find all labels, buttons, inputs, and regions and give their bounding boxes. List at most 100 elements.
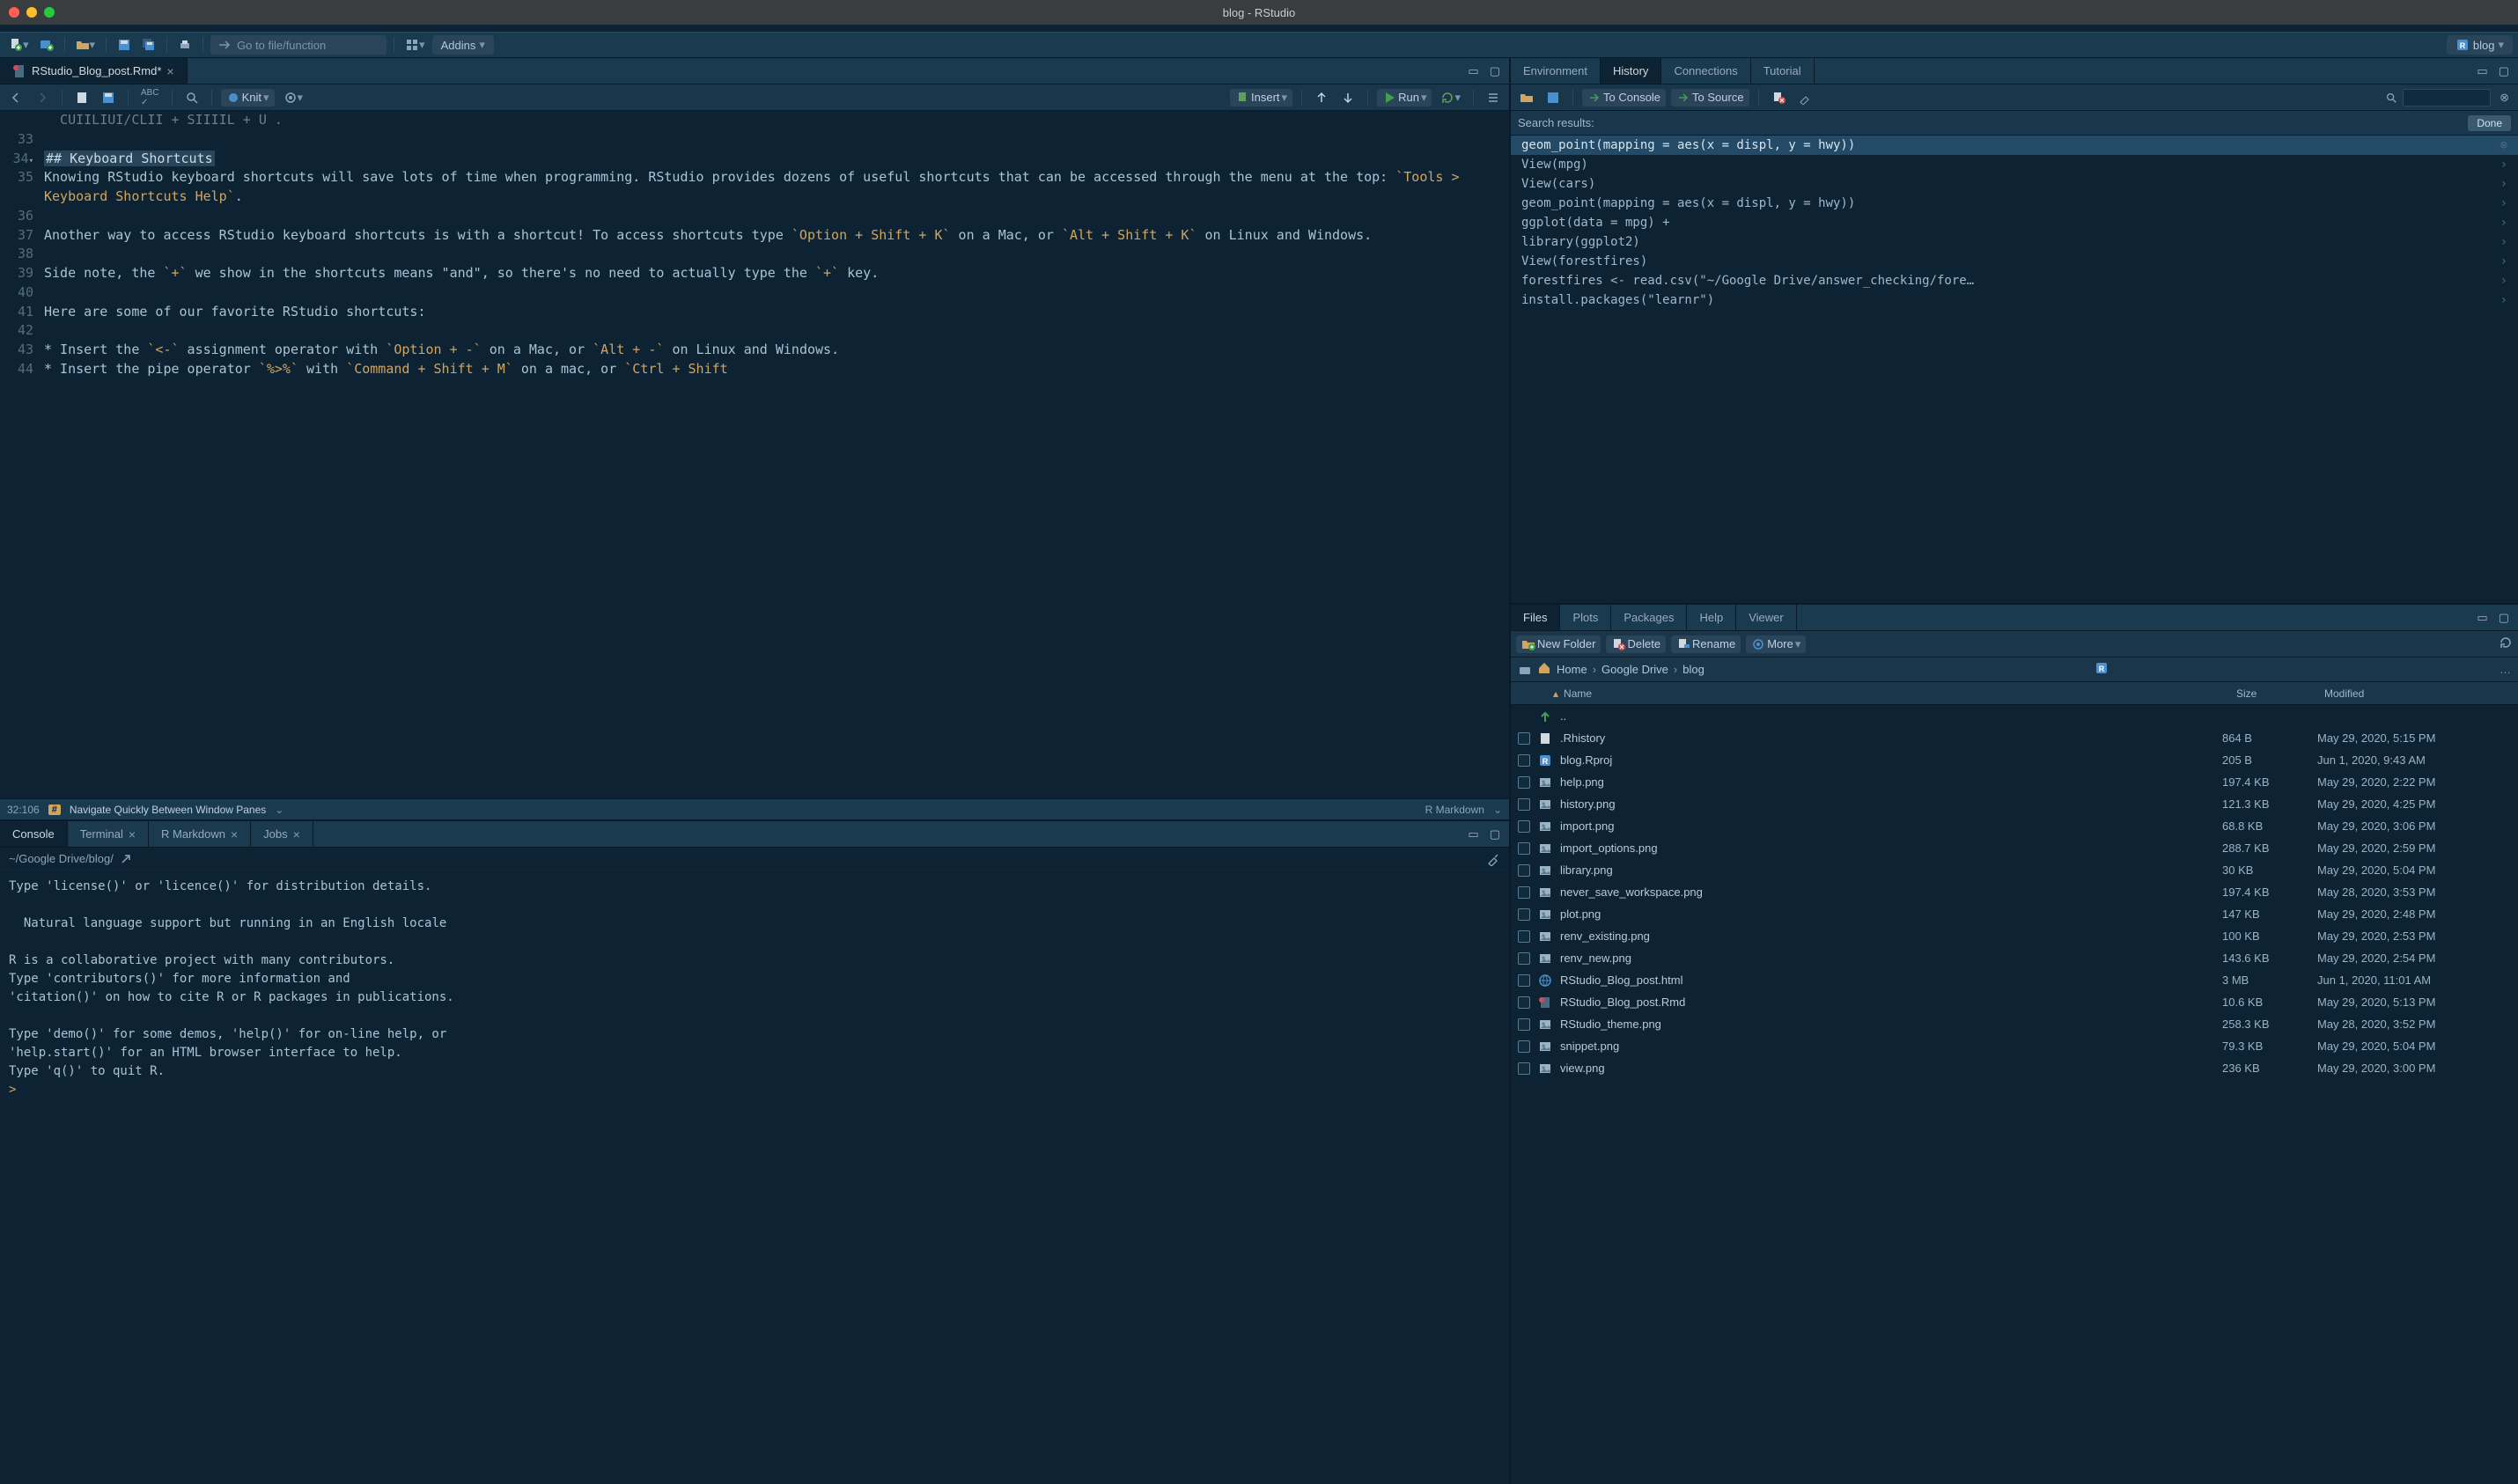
minimize-pane-button[interactable]: ▭ [1464,826,1482,843]
file-row[interactable]: .Rhistory864 BMay 29, 2020, 5:15 PM [1511,727,2518,749]
to-source-button[interactable]: To Source [1671,89,1749,107]
history-item[interactable]: install.packages("learnr")› [1511,290,2518,310]
file-checkbox[interactable] [1518,842,1530,855]
file-checkbox[interactable] [1518,908,1530,921]
file-row[interactable]: renv_existing.png100 KBMay 29, 2020, 2:5… [1511,925,2518,947]
code-line[interactable]: 43* Insert the `<-` assignment operator … [0,341,1509,360]
console-tab-console[interactable]: Console [0,821,68,847]
file-row[interactable]: RStudio_Blog_post.html3 MBJun 1, 2020, 1… [1511,969,2518,991]
file-row[interactable]: RStudio_theme.png258.3 KBMay 28, 2020, 3… [1511,1013,2518,1035]
new-project-button[interactable] [36,36,57,54]
project-root-button[interactable]: R [2095,661,2109,678]
file-row[interactable]: snippet.png79.3 KBMay 29, 2020, 5:04 PM [1511,1035,2518,1057]
remove-entry-button[interactable] [1768,89,1789,107]
outline-button[interactable] [1483,89,1504,107]
file-row[interactable]: import.png68.8 KBMay 29, 2020, 3:06 PM [1511,815,2518,837]
code-line[interactable]: 42 [0,321,1509,341]
history-item[interactable]: forestfires <- read.csv("~/Google Drive/… [1511,271,2518,290]
maximize-pane-button[interactable]: ▢ [2495,62,2513,80]
find-replace-button[interactable] [181,89,202,107]
history-item[interactable]: library(ggplot2)› [1511,232,2518,252]
code-line[interactable]: 41Here are some of our favorite RStudio … [0,303,1509,322]
console-tab-r-markdown[interactable]: R Markdown× [149,821,251,847]
load-history-button[interactable] [1516,89,1537,107]
minimize-pane-button[interactable]: ▭ [2473,609,2491,627]
nav-section-label[interactable]: Navigate Quickly Between Window Panes [70,804,266,816]
env-tab-tutorial[interactable]: Tutorial [1751,58,1815,84]
goto-file-input[interactable]: Go to file/function [210,35,387,55]
file-row[interactable]: Rblog.Rproj205 BJun 1, 2020, 9:43 AM [1511,749,2518,771]
minimize-pane-button[interactable]: ▭ [1464,62,1482,80]
console-output[interactable]: Type 'license()' or 'licence()' for dist… [0,871,1509,1484]
file-row[interactable]: import_options.png288.7 KBMay 29, 2020, … [1511,837,2518,859]
file-checkbox[interactable] [1518,930,1530,943]
file-checkbox[interactable] [1518,1040,1530,1053]
file-checkbox[interactable] [1518,732,1530,745]
files-tab-packages[interactable]: Packages [1611,605,1687,630]
refresh-button[interactable] [2499,635,2513,652]
more-button[interactable]: More▾ [1746,635,1806,653]
save-button[interactable] [114,36,135,54]
console-tab-terminal[interactable]: Terminal× [68,821,149,847]
file-checkbox[interactable] [1518,798,1530,811]
file-checkbox[interactable] [1518,952,1530,965]
files-tab-help[interactable]: Help [1687,605,1736,630]
console-tab-jobs[interactable]: Jobs× [251,821,313,847]
maximize-window-button[interactable] [44,7,55,18]
doc-type-label[interactable]: R Markdown [1425,804,1484,816]
name-header[interactable]: Name [1564,687,1592,700]
save-all-button[interactable] [138,36,159,54]
file-checkbox[interactable] [1518,1062,1530,1075]
code-line[interactable]: 35Knowing RStudio keyboard shortcuts wil… [0,168,1509,207]
breadcrumb-segment[interactable]: Home [1557,663,1587,676]
file-row[interactable]: never_save_workspace.png197.4 KBMay 28, … [1511,881,2518,903]
file-row[interactable]: renv_new.png143.6 KBMay 29, 2020, 2:54 P… [1511,947,2518,969]
code-line[interactable]: 37Another way to access RStudio keyboard… [0,226,1509,246]
file-checkbox[interactable] [1518,820,1530,833]
env-tab-history[interactable]: History [1601,58,1661,84]
maximize-pane-button[interactable]: ▢ [2495,609,2513,627]
gear-button[interactable]: ▾ [280,89,307,107]
history-item[interactable]: View(cars)› [1511,174,2518,194]
history-item[interactable]: View(mpg)› [1511,155,2518,174]
modified-header[interactable]: Modified [2324,687,2518,700]
open-file-button[interactable]: ▾ [72,36,99,54]
done-button[interactable]: Done [2468,115,2511,131]
code-line[interactable]: 34▾## Keyboard Shortcuts [0,150,1509,169]
file-row[interactable]: history.png121.3 KBMay 29, 2020, 4:25 PM [1511,793,2518,815]
size-header[interactable]: Size [2236,687,2324,700]
rename-button[interactable]: Rename [1671,635,1741,653]
save-current-button[interactable] [98,89,119,107]
file-checkbox[interactable] [1518,996,1530,1009]
file-checkbox[interactable] [1518,864,1530,877]
file-row[interactable]: help.png197.4 KBMay 29, 2020, 2:22 PM [1511,771,2518,793]
file-row[interactable]: library.png30 KBMay 29, 2020, 5:04 PM [1511,859,2518,881]
parent-folder-row[interactable]: .. [1511,705,2518,727]
file-row[interactable]: view.png236 KBMay 29, 2020, 3:00 PM [1511,1057,2518,1079]
history-item[interactable]: ggplot(data = mpg) +› [1511,213,2518,232]
insert-button[interactable]: Insert▾ [1230,89,1292,107]
file-checkbox[interactable] [1518,886,1530,899]
file-checkbox[interactable] [1518,754,1530,767]
code-line[interactable]: 36 [0,207,1509,226]
history-item[interactable]: View(forestfires)› [1511,252,2518,271]
popout-icon[interactable] [119,852,133,866]
file-row[interactable]: RStudio_Blog_post.Rmd10.6 KBMay 29, 2020… [1511,991,2518,1013]
files-tab-viewer[interactable]: Viewer [1736,605,1797,630]
file-checkbox[interactable] [1518,776,1530,789]
history-item[interactable]: geom_point(mapping = aes(x = displ, y = … [1511,136,2518,155]
show-in-new-window-button[interactable] [71,89,92,107]
code-line[interactable]: 39Side note, the `+` we show in the shor… [0,264,1509,283]
new-file-button[interactable]: ▾ [5,36,33,54]
minimize-pane-button[interactable]: ▭ [2473,62,2491,80]
grid-view-button[interactable]: ▾ [401,36,429,54]
breadcrumb-segment[interactable]: Google Drive [1601,663,1668,676]
minimize-window-button[interactable] [26,7,37,18]
project-menu[interactable]: Rblog▾ [2447,35,2513,55]
env-tab-environment[interactable]: Environment [1511,58,1601,84]
clear-search-button[interactable]: ⊗ [2496,89,2513,107]
delete-button[interactable]: Delete [1606,635,1666,653]
history-item[interactable]: geom_point(mapping = aes(x = displ, y = … [1511,194,2518,213]
spellcheck-button[interactable]: ABC✓ [137,86,163,109]
code-line[interactable]: 44* Insert the pipe operator `%>%` with … [0,360,1509,379]
